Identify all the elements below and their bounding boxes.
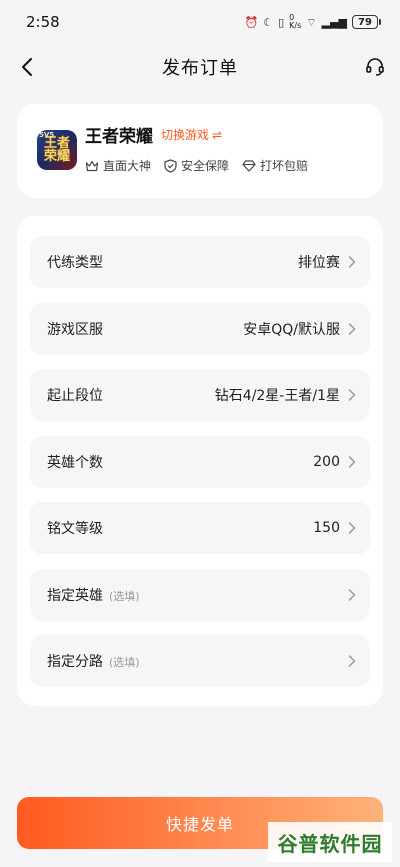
row-left: 英雄个数 xyxy=(47,452,103,472)
game-title-row: 王者荣耀 切换游戏 ⇌ xyxy=(85,122,363,147)
form-row-specify-lane[interactable]: 指定分路 (选填) xyxy=(30,635,370,687)
headset-icon xyxy=(366,58,384,76)
row-left: 指定分路 (选填) xyxy=(47,651,140,671)
row-label: 指定分路 xyxy=(47,654,103,670)
form-row-boost-type[interactable]: 代练类型 排位赛 xyxy=(30,236,370,288)
wifi-icon: ⌔ xyxy=(306,15,317,29)
game-card: 5V5 王者 荣耀 王者荣耀 切换游戏 ⇌ 直面大神 安全保障 打坏包赔 xyxy=(17,104,383,198)
status-bar: 2:58 ⏰ ☾ ▯ 0 K/s ⌔ ▂▄▆ 79 xyxy=(0,0,400,44)
row-left: 游戏区服 xyxy=(47,319,103,339)
feature-label: 直面大神 xyxy=(103,159,152,173)
feature-item: 打坏包赔 xyxy=(242,157,308,174)
row-value: 排位赛 xyxy=(298,255,340,271)
back-button[interactable] xyxy=(14,54,40,80)
diamond-icon xyxy=(242,159,256,172)
page-title: 发布订单 xyxy=(162,58,238,79)
game-logo-badge: 5V5 xyxy=(39,131,55,139)
order-form: 代练类型 排位赛 游戏区服 安卓QQ/默认服 起止段位 钻石4/2星-王者/1星… xyxy=(17,216,383,706)
feature-item: 直面大神 xyxy=(85,157,151,174)
row-label: 代练类型 xyxy=(47,255,103,271)
row-left: 指定英雄 (选填) xyxy=(47,585,140,605)
row-left: 铭文等级 xyxy=(47,518,103,538)
switch-game-label: 切换游戏 xyxy=(161,128,210,142)
form-row-specify-hero[interactable]: 指定英雄 (选填) xyxy=(30,568,370,621)
chevron-right-icon xyxy=(348,522,356,534)
feature-item: 安全保障 xyxy=(164,157,229,174)
row-right xyxy=(348,588,356,601)
row-right: 150 xyxy=(313,520,356,536)
row-label: 游戏区服 xyxy=(47,321,103,338)
form-row-inscription-level[interactable]: 铭文等级 150 xyxy=(30,502,370,554)
game-name: 王者荣耀 xyxy=(85,127,153,147)
chevron-right-icon xyxy=(348,256,356,268)
customer-service-button[interactable] xyxy=(362,54,388,80)
status-icons: ⏰ ☾ ▯ 0 K/s ⌔ ▂▄▆ 79 xyxy=(244,13,381,30)
feature-label: 安全保障 xyxy=(181,159,230,173)
vibrate-icon: ▯ xyxy=(278,15,285,29)
battery-icon: 79 xyxy=(352,15,381,29)
chevron-right-icon xyxy=(348,322,356,335)
row-label: 起止段位 xyxy=(47,388,103,404)
switch-game-button[interactable]: 切换游戏 ⇌ xyxy=(161,126,222,143)
feature-list: 直面大神 安全保障 打坏包赔 xyxy=(85,157,363,174)
row-value: 钻石4/2星-王者/1星 xyxy=(214,388,340,404)
shield-icon xyxy=(164,158,177,173)
row-right: 安卓QQ/默认服 xyxy=(243,319,356,339)
row-label: 英雄个数 xyxy=(47,454,103,471)
game-info: 王者荣耀 切换游戏 ⇌ 直面大神 安全保障 打坏包赔 xyxy=(85,122,363,174)
signal-icon: ▂▄▆ xyxy=(321,15,347,29)
game-logo: 5V5 王者 荣耀 xyxy=(37,130,77,170)
game-logo-text: 王者 荣耀 xyxy=(43,136,70,164)
feature-label: 打坏包赔 xyxy=(260,159,309,173)
chevron-right-icon xyxy=(348,455,356,468)
watermark-logo: 谷普软件园 xyxy=(268,822,392,862)
row-label: 指定英雄 xyxy=(47,587,103,604)
row-label: 铭文等级 xyxy=(47,521,103,537)
status-time: 2:58 xyxy=(26,13,60,31)
row-left: 代练类型 xyxy=(47,252,103,272)
chevron-right-icon xyxy=(348,389,356,401)
optional-hint: (选填) xyxy=(109,656,140,669)
moon-icon: ☾ xyxy=(263,15,274,29)
form-row-hero-count[interactable]: 英雄个数 200 xyxy=(30,435,370,488)
nav-bar: 发布订单 xyxy=(0,44,400,90)
chevron-right-icon xyxy=(348,588,356,601)
alarm-icon: ⏰ xyxy=(244,15,259,29)
row-value: 150 xyxy=(313,520,340,536)
row-right xyxy=(348,655,356,667)
row-left: 起止段位 xyxy=(47,385,103,405)
switch-icon: ⇌ xyxy=(212,127,223,142)
row-right: 排位赛 xyxy=(298,252,356,272)
form-row-rank-range[interactable]: 起止段位 钻石4/2星-王者/1星 xyxy=(30,369,370,421)
row-right: 200 xyxy=(313,454,356,470)
row-value: 200 xyxy=(313,453,340,470)
crown-icon xyxy=(85,160,99,171)
net-speed-icon: 0 K/s xyxy=(289,13,302,30)
chevron-left-icon xyxy=(22,58,32,76)
form-row-server[interactable]: 游戏区服 安卓QQ/默认服 xyxy=(30,302,370,355)
row-value: 安卓QQ/默认服 xyxy=(243,321,340,338)
chevron-right-icon xyxy=(348,655,356,667)
row-right: 钻石4/2星-王者/1星 xyxy=(215,385,356,405)
optional-hint: (选填) xyxy=(109,589,140,603)
